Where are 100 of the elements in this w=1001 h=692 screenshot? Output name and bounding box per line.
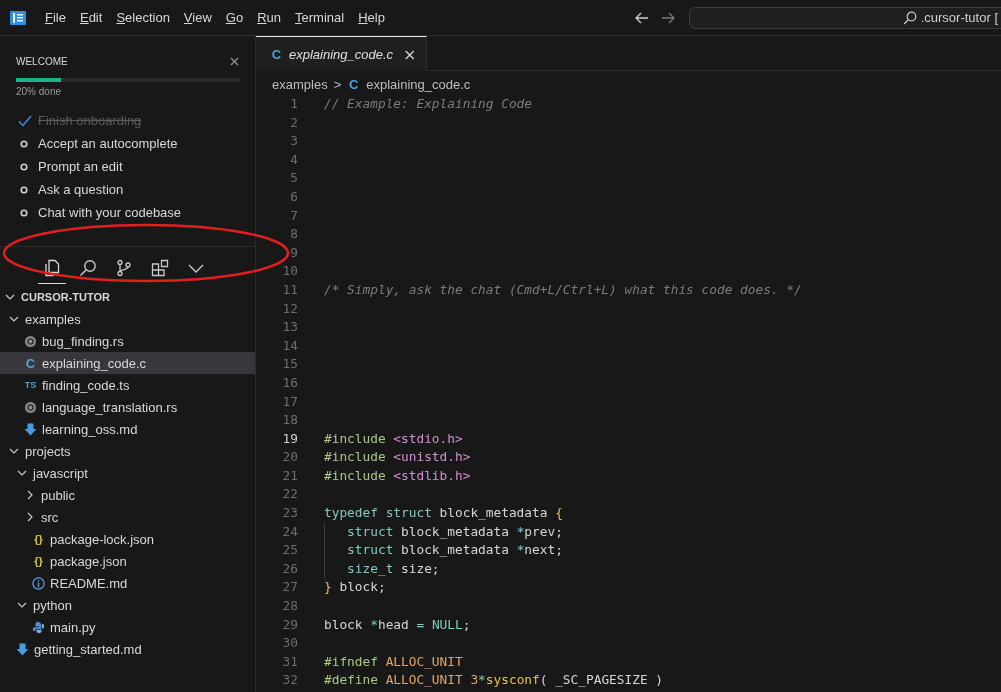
- code-line: #include <unistd.h>: [324, 449, 471, 465]
- line-number: 12: [281, 299, 298, 318]
- file-type-icon: {}: [32, 533, 45, 545]
- breadcrumb-item[interactable]: explaining_code.c: [366, 76, 471, 92]
- file-type-icon: C: [347, 76, 361, 92]
- line-number: 32: [281, 671, 298, 690]
- code-line: struct block_metadata *next;: [346, 542, 563, 558]
- close-icon[interactable]: ×: [403, 44, 417, 64]
- menu-item[interactable]: Help: [351, 10, 392, 25]
- onboarding-step[interactable]: Chat with your codebase: [38, 205, 182, 220]
- line-number: 7: [289, 206, 298, 225]
- breadcrumb-separator: >: [333, 76, 342, 92]
- tree-item[interactable]: {} package.json: [0, 550, 255, 572]
- line-number: 10: [281, 262, 298, 281]
- tree-item[interactable]: python: [0, 594, 255, 616]
- search-icon: [902, 10, 917, 25]
- line-number: 24: [281, 522, 298, 541]
- source-control-icon: [115, 259, 133, 277]
- line-number: 16: [281, 373, 298, 392]
- progress-text: 20% done: [16, 86, 63, 97]
- tree-item[interactable]: getting_started.md: [0, 638, 255, 660]
- menu-item[interactable]: Terminal: [288, 10, 352, 25]
- menu-item[interactable]: Go: [218, 10, 251, 25]
- line-number: 25: [281, 541, 298, 560]
- code-line: typedef struct block_metadata {: [324, 505, 563, 521]
- section-title: WELCOME: [16, 56, 68, 67]
- editor-tab[interactable]: C explaining_code.c ×: [256, 36, 428, 71]
- down-arrow-icon: [24, 422, 37, 436]
- line-number: 6: [289, 187, 298, 206]
- onboarding-step[interactable]: Prompt an edit: [38, 159, 123, 174]
- file-type-icon: TS: [24, 380, 37, 390]
- tree-item[interactable]: language_translation.rs: [0, 396, 255, 418]
- gear-icon: [24, 334, 37, 348]
- onboarding-step[interactable]: Accept an autocomplete: [38, 136, 178, 151]
- tree-item[interactable]: learning_oss.md: [0, 418, 255, 440]
- menu-item[interactable]: Run: [250, 10, 289, 25]
- tree-item[interactable]: bug_finding.rs: [0, 330, 255, 352]
- tree-item[interactable]: {} package-lock.json: [0, 528, 255, 550]
- code-line: struct block_metadata *prev;: [346, 523, 563, 539]
- line-number: 20: [281, 448, 298, 467]
- app-logo-icon: [10, 9, 26, 26]
- search-icon: [79, 259, 97, 277]
- menu-item[interactable]: Selection: [109, 10, 177, 25]
- line-number: 28: [281, 597, 298, 616]
- down-arrow-icon: [16, 642, 29, 656]
- line-number: 29: [281, 615, 298, 634]
- line-number: 1: [289, 95, 298, 113]
- line-number: 30: [281, 634, 298, 653]
- menu-item[interactable]: View: [176, 10, 219, 25]
- line-number: 8: [289, 225, 298, 244]
- line-number: 11: [281, 280, 298, 299]
- line-number: 15: [281, 355, 298, 374]
- line-number: 27: [281, 578, 298, 597]
- extensions-icon: [151, 259, 169, 277]
- line-number: 18: [281, 411, 298, 430]
- breadcrumb-item[interactable]: examples: [272, 76, 328, 92]
- tab-title: explaining_code.c: [289, 46, 394, 62]
- onboarding-step[interactable]: Ask a question: [38, 182, 124, 197]
- line-number: 22: [281, 485, 298, 504]
- file-type-icon: C: [24, 355, 37, 371]
- tree-item[interactable]: src: [0, 506, 255, 528]
- code-line: size_t size;: [346, 560, 440, 576]
- tree-item[interactable]: examples: [0, 308, 255, 330]
- line-number: 26: [281, 559, 298, 578]
- code-line: } block;: [324, 579, 386, 595]
- tree-item[interactable]: main.py: [0, 616, 255, 638]
- line-number: 23: [281, 504, 298, 523]
- line-number: 31: [281, 652, 298, 671]
- line-number: 13: [281, 318, 298, 337]
- code-line: #include <stdio.h>: [324, 430, 463, 446]
- menu-item[interactable]: File: [38, 10, 73, 25]
- forward-arrow-icon[interactable]: [661, 11, 675, 24]
- code-line: #include <stdlib.h>: [324, 467, 471, 483]
- line-number: 21: [281, 466, 298, 485]
- menu-item[interactable]: Edit: [72, 10, 110, 25]
- line-number: 19: [281, 429, 298, 448]
- info-icon: [32, 576, 45, 590]
- code-line: /* Simply, ask the chat (Cmd+L/Ctrl+L) what this code does. */: [324, 281, 802, 297]
- line-number: 2: [289, 113, 298, 132]
- command-center-field[interactable]: .cursor-tutor [: [689, 6, 1001, 29]
- files-icon: [43, 259, 61, 277]
- tree-item[interactable]: projects: [0, 440, 255, 462]
- code-line: block *head = NULL;: [324, 616, 471, 632]
- code-line: #define ALLOC_UNIT 3*sysconf( _SC_PAGESIZE ): [324, 672, 664, 688]
- line-number: 14: [281, 336, 298, 355]
- tree-item[interactable]: C explaining_code.c: [0, 352, 255, 374]
- line-number: 5: [289, 169, 298, 188]
- explorer-root[interactable]: CURSOR-TUTOR: [0, 286, 255, 308]
- code-line: #ifndef ALLOC_UNIT: [324, 653, 463, 669]
- close-icon[interactable]: [230, 57, 239, 66]
- file-type-icon: {}: [32, 555, 45, 567]
- tree-item[interactable]: TS finding_code.ts: [0, 374, 255, 396]
- python-icon: [32, 620, 45, 634]
- tree-item[interactable]: README.md: [0, 572, 255, 594]
- tree-item[interactable]: public: [0, 484, 255, 506]
- gear-icon: [24, 400, 37, 414]
- code-line: // Example: Explaining Code: [324, 96, 533, 111]
- back-arrow-icon[interactable]: [635, 11, 649, 24]
- tree-item[interactable]: javascript: [0, 462, 255, 484]
- file-type-icon: C: [270, 46, 283, 62]
